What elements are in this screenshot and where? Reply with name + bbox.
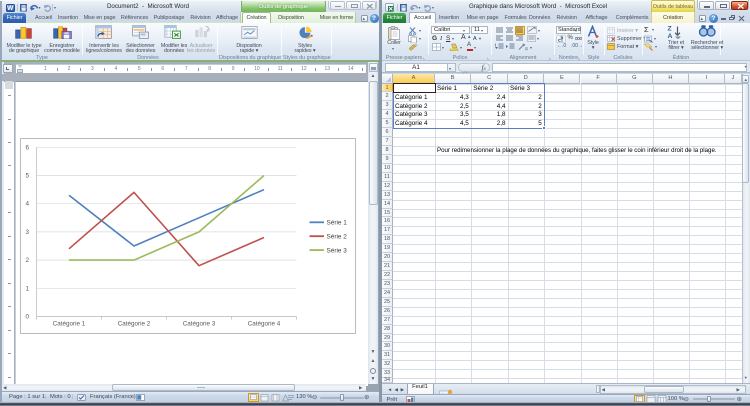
svg-text:3: 3	[25, 229, 29, 236]
svg-text:Série 3: Série 3	[327, 247, 348, 254]
svg-text:A: A	[668, 33, 673, 39]
svg-text:Catégorie 4: Catégorie 4	[248, 321, 281, 328]
svg-text:Catégorie 1: Catégorie 1	[53, 321, 86, 328]
svg-text:Catégorie 3: Catégorie 3	[183, 321, 216, 328]
svg-text:0: 0	[25, 314, 29, 321]
svg-text:2: 2	[25, 257, 29, 264]
svg-text:Catégorie 2: Catégorie 2	[118, 321, 151, 328]
svg-text:Z: Z	[668, 26, 672, 33]
svg-text:5: 5	[25, 173, 29, 180]
svg-text:1: 1	[25, 285, 29, 292]
svg-text:Série 1: Série 1	[327, 220, 348, 227]
svg-text:6: 6	[25, 144, 29, 151]
svg-text:4: 4	[25, 201, 29, 208]
svg-text:Série 2: Série 2	[327, 234, 348, 241]
